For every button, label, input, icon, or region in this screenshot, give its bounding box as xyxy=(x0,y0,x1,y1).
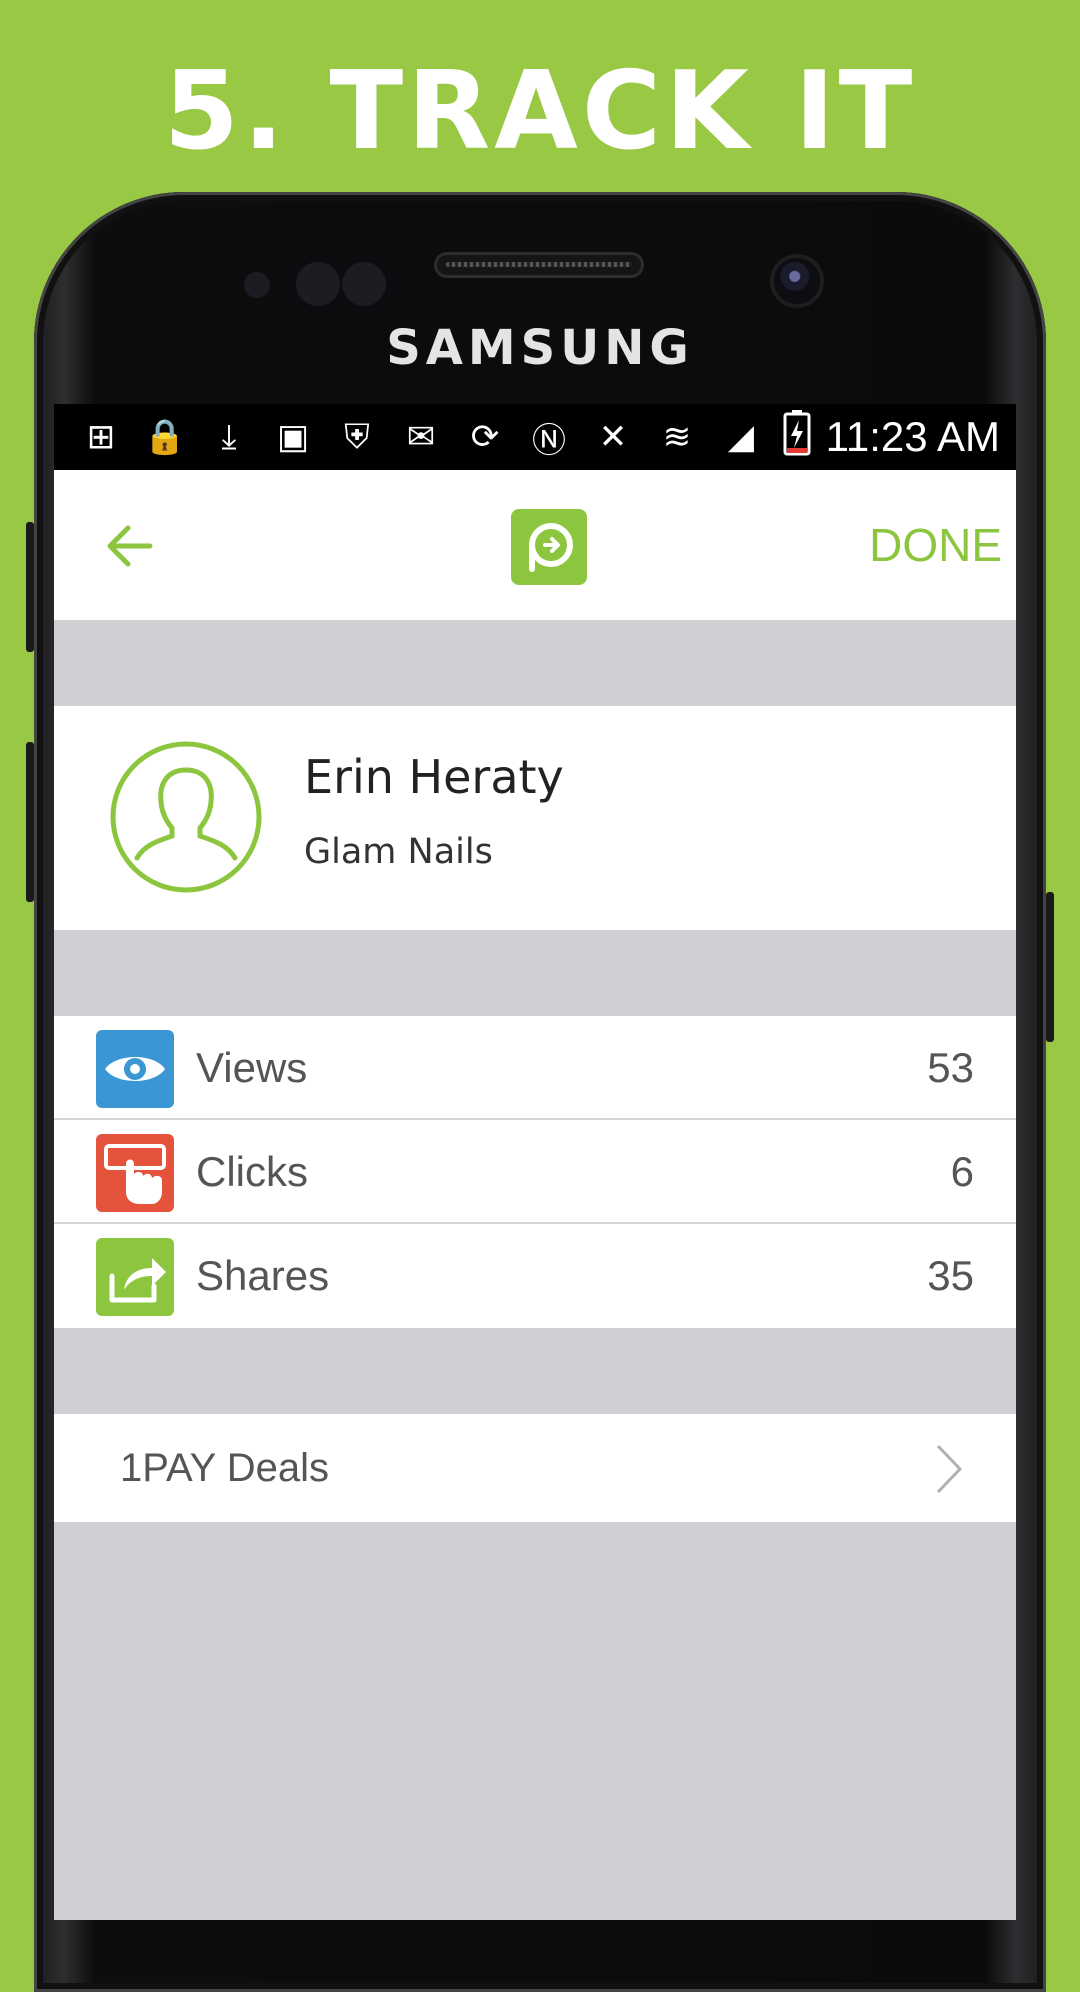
deals-label: 1PAY Deals xyxy=(120,1446,330,1490)
app-bar: DONE xyxy=(54,470,1016,620)
stat-value: 6 xyxy=(950,1148,974,1195)
power-button xyxy=(1046,892,1054,1042)
wifi-icon: ≋ xyxy=(662,418,692,456)
eye-icon xyxy=(96,1030,174,1108)
deals-row[interactable]: 1PAY Deals xyxy=(54,1414,1016,1522)
profile-company: Glam Nails xyxy=(304,832,493,872)
profile-card: Erin Heraty Glam Nails xyxy=(54,706,1016,930)
done-button[interactable]: DONE xyxy=(869,470,1002,620)
app-logo-icon xyxy=(511,509,587,585)
user-avatar-icon xyxy=(109,740,263,894)
image-icon: ▣ xyxy=(276,418,310,456)
proximity-sensor xyxy=(244,272,270,298)
download-icon: ⤓ xyxy=(221,417,237,456)
phone-screen: ⊞ 🔒 ⤓ ▣ ⛨ ✉ ⟳ Ⓝ ✕ ≋ ◢ 11:23 AM DONE Erin… xyxy=(54,404,1016,1920)
lock-alert-icon: 🔒 xyxy=(143,418,187,456)
arrow-left-icon[interactable] xyxy=(102,518,158,574)
stat-row-shares: Shares 35 xyxy=(54,1224,1016,1328)
stat-value: 53 xyxy=(927,1044,974,1091)
mute-icon: ✕ xyxy=(598,418,628,456)
add-box-icon: ⊞ xyxy=(86,418,116,456)
earpiece-speaker xyxy=(434,252,644,278)
gmail-icon: ✉ xyxy=(406,418,436,456)
shield-icon: ⛨ xyxy=(344,417,370,456)
stat-label: Clicks xyxy=(196,1148,308,1195)
bixby-button xyxy=(26,742,34,902)
signal-icon: ◢ xyxy=(727,418,755,456)
front-camera xyxy=(774,258,820,304)
share-icon xyxy=(96,1238,174,1316)
chevron-right-icon xyxy=(934,1444,964,1494)
device-brand: SAMSUNG xyxy=(386,320,694,376)
iris-sensor xyxy=(342,262,386,306)
status-clock: 11:23 AM xyxy=(825,413,1000,460)
nfc-icon: Ⓝ xyxy=(532,421,566,460)
stat-row-views: Views 53 xyxy=(54,1016,1016,1120)
headline: 5. TRACK IT xyxy=(163,49,917,174)
tap-icon xyxy=(96,1134,174,1212)
stats-list: Views 53 Clicks 6 Shares 35 xyxy=(54,1016,1016,1328)
stat-value: 35 xyxy=(927,1252,974,1299)
profile-name: Erin Heraty xyxy=(304,750,564,804)
sync-icon: ⟳ xyxy=(470,418,500,456)
status-bar: ⊞ 🔒 ⤓ ▣ ⛨ ✉ ⟳ Ⓝ ✕ ≋ ◢ 11:23 AM xyxy=(54,404,1016,470)
volume-button xyxy=(26,522,34,652)
stat-label: Shares xyxy=(196,1252,330,1299)
stat-row-clicks: Clicks 6 xyxy=(54,1120,1016,1224)
stat-label: Views xyxy=(196,1044,308,1091)
iris-sensor xyxy=(296,262,340,306)
battery-charging-icon xyxy=(782,409,812,465)
